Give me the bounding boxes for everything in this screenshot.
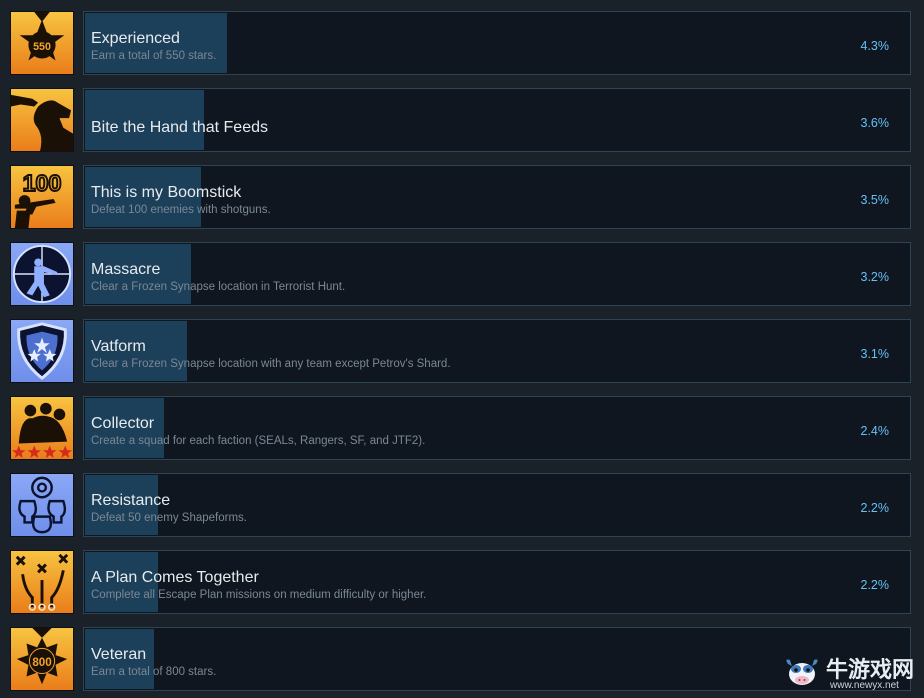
unlock-percent: 4.3%: [860, 39, 890, 53]
svg-text:800: 800: [32, 656, 51, 669]
achievement-row: Massacre Clear a Frozen Synapse location…: [0, 242, 924, 306]
achievement-row: Vatform Clear a Frozen Synapse location …: [0, 319, 924, 383]
achievement-panel: Collector Create a squad for each factio…: [83, 396, 911, 460]
achievement-title: Experienced: [91, 30, 180, 47]
achievement-row: Collector Create a squad for each factio…: [0, 396, 924, 460]
unlock-percent: 2.2%: [860, 578, 890, 592]
crosshair-soldier-icon: [10, 242, 74, 306]
unlock-percent: 3.2%: [860, 270, 890, 284]
unlock-percent: 3.6%: [860, 116, 890, 130]
achievement-row: Bite the Hand that Feeds 3.6%: [0, 88, 924, 152]
cow-mascot-icon: [786, 659, 818, 685]
watermark-url: www.newyx.net: [830, 680, 899, 691]
achievement-description: Clear a Frozen Synapse location in Terro…: [91, 281, 346, 293]
achievement-panel: This is my Boomstick Defeat 100 enemies …: [83, 165, 911, 229]
skulls-icon: [10, 473, 74, 537]
achievement-description: Clear a Frozen Synapse location with any…: [91, 358, 451, 370]
tactical-plan-icon: [10, 550, 74, 614]
achievement-title: This is my Boomstick: [91, 184, 242, 201]
medal-550-icon: 550: [10, 11, 74, 75]
achievement-panel: Resistance Defeat 50 enemy Shapeforms. 2…: [83, 473, 911, 537]
achievement-title: Resistance: [91, 492, 171, 509]
achievement-panel: Vatform Clear a Frozen Synapse location …: [83, 319, 911, 383]
achievement-title: Vatform: [91, 338, 146, 355]
achievement-title: Massacre: [91, 261, 161, 278]
achievement-title: Bite the Hand that Feeds: [91, 119, 268, 136]
shield-stars-icon: [10, 319, 74, 383]
achievement-description: Earn a total of 550 stars.: [91, 50, 217, 62]
squad-stars-icon: [10, 396, 74, 460]
achievement-panel: Experienced Earn a total of 550 stars. 4…: [83, 11, 911, 75]
achievement-row: Resistance Defeat 50 enemy Shapeforms. 2…: [0, 473, 924, 537]
achievement-description: Complete all Escape Plan missions on med…: [91, 589, 427, 601]
achievement-row: A Plan Comes Together Complete all Escap…: [0, 550, 924, 614]
achievement-panel: Bite the Hand that Feeds 3.6%: [83, 88, 911, 152]
achievement-panel: Massacre Clear a Frozen Synapse location…: [83, 242, 911, 306]
unlock-percent: 2.4%: [860, 424, 890, 438]
unlock-percent: 2.2%: [860, 501, 890, 515]
achievement-title: Veteran: [91, 646, 147, 663]
achievement-description: Create a squad for each faction (SEALs, …: [91, 435, 426, 447]
unlock-percent: 3.1%: [860, 347, 890, 361]
achievement-description: Defeat 50 enemy Shapeforms.: [91, 512, 247, 524]
achievement-panel: A Plan Comes Together Complete all Escap…: [83, 550, 911, 614]
achievement-description: Defeat 100 enemies with shotguns.: [91, 204, 271, 216]
watermark: 牛游戏网 www.newyx.net: [780, 650, 924, 698]
unlock-percent: 3.5%: [860, 193, 890, 207]
medal-800-icon: 800: [10, 627, 74, 691]
achievement-row: 550 Experienced Earn a total of 550 star…: [0, 11, 924, 75]
achievement-title: A Plan Comes Together: [91, 569, 259, 586]
svg-text:550: 550: [33, 41, 51, 53]
achievement-title: Collector: [91, 415, 155, 432]
shotgun-100-icon: 100: [10, 165, 74, 229]
achievement-row: 100 This is my Boomstick Defeat 100 enem…: [0, 165, 924, 229]
svg-text:100: 100: [23, 170, 62, 196]
achievement-description: Earn a total of 800 stars.: [91, 666, 217, 678]
dog-bite-hand-icon: [10, 88, 74, 152]
